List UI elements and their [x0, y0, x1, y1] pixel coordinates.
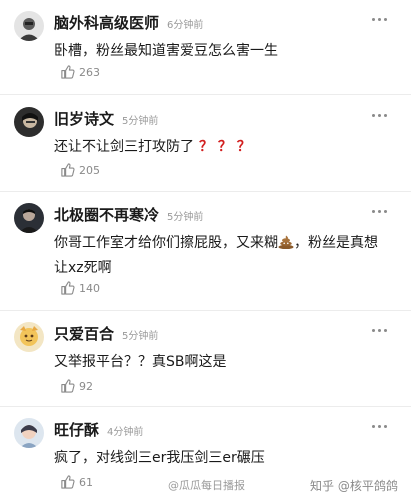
more-options-icon[interactable] [372, 210, 388, 214]
weibo-watermark: @瓜瓜每日播报 [168, 479, 245, 492]
thumbs-up-icon [61, 163, 75, 177]
username[interactable]: 北极圈不再寒冷 5分钟前 [54, 204, 203, 225]
comment-time: 4分钟前 [107, 427, 144, 438]
thumbs-up-icon [61, 475, 75, 489]
comment-text: 疯了，对线剑三er我压剑三er碾压 [54, 450, 265, 466]
poop-emoji-icon [278, 235, 294, 249]
thumbs-up-icon [61, 65, 75, 79]
avatar[interactable] [14, 322, 44, 352]
more-options-icon[interactable] [372, 114, 388, 118]
like-count: 61 [79, 476, 93, 489]
more-options-icon[interactable] [372, 329, 388, 333]
comment-time: 5分钟前 [122, 331, 159, 342]
like-count: 92 [79, 380, 93, 393]
comment-item: 北极圈不再寒冷 5分钟前 你哥工作室才给你们擦屁股，又来糊 ，粉丝是真想让xz死啊 … [0, 203, 411, 313]
more-options-icon[interactable] [372, 425, 388, 429]
thumbs-up-icon [61, 379, 75, 393]
zhihu-watermark: 知乎 @核平鸽鸽 [310, 479, 398, 493]
comment-text: 又举报平台？？真SB啊这是 [54, 354, 227, 370]
comment-text: 还让不让剑三打攻防了？ ？ ？ [54, 139, 251, 155]
thumbs-up-icon [61, 281, 75, 295]
divider [0, 191, 411, 192]
comment-item: 脑外科高级医师 6分钟前 卧槽，粉丝最知道害爱豆怎么害一生 263 [0, 11, 411, 99]
avatar[interactable] [14, 107, 44, 137]
divider [0, 406, 411, 407]
username[interactable]: 旺仔酥 4分钟前 [54, 419, 143, 440]
comment-text: 卧槽，粉丝最知道害爱豆怎么害一生 [54, 43, 278, 59]
like-count: 140 [79, 282, 100, 295]
username[interactable]: 旧岁诗文 5分钟前 [54, 108, 158, 129]
username[interactable]: 脑外科高级医师 6分钟前 [54, 12, 203, 33]
comment-time: 5分钟前 [167, 212, 204, 223]
comment-item: 只爱百合 5分钟前 又举报平台？？真SB啊这是 92 [0, 322, 411, 410]
avatar[interactable] [14, 203, 44, 233]
divider [0, 94, 411, 95]
question-marks: ？ ？ ？ [199, 139, 251, 155]
divider [0, 310, 411, 311]
comment-time: 5分钟前 [122, 116, 159, 127]
comment-time: 6分钟前 [167, 20, 204, 31]
avatar[interactable] [14, 418, 44, 448]
comment-item: 旧岁诗文 5分钟前 还让不让剑三打攻防了？ ？ ？ 205 [0, 107, 411, 195]
more-options-icon[interactable] [372, 18, 388, 22]
comment-text: 你哥工作室才给你们擦屁股，又来糊 ，粉丝是真想让xz死啊 [54, 235, 378, 276]
like-count: 263 [79, 66, 100, 79]
avatar[interactable] [14, 11, 44, 41]
like-count: 205 [79, 164, 100, 177]
username[interactable]: 只爱百合 5分钟前 [54, 323, 158, 344]
